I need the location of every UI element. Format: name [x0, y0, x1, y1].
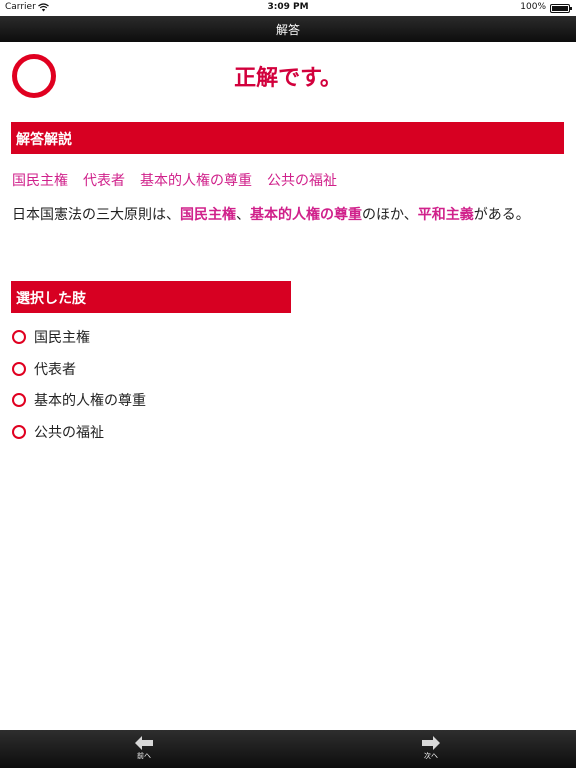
arrow-left-icon	[124, 736, 164, 750]
keyword-item: 代表者	[83, 173, 125, 189]
keyword-item: 国民主権	[12, 173, 68, 189]
explanation-segment: のほか、	[362, 207, 418, 223]
previous-button[interactable]: 前へ	[124, 734, 164, 766]
choice-label: 国民主権	[34, 330, 90, 346]
status-time: 3:09 PM	[267, 2, 309, 12]
next-label: 次へ	[424, 752, 438, 760]
choice-label: 代表者	[34, 361, 76, 378]
battery-percentage: 100%	[520, 2, 546, 12]
battery-icon	[550, 4, 572, 13]
circle-marker-icon	[12, 424, 26, 439]
choice-label: 基本的人権の尊重	[34, 393, 146, 409]
circle-marker-icon	[12, 361, 26, 376]
highlight-term: 基本的人権の尊重	[250, 207, 362, 223]
keyword-item: 公共の福祉	[267, 173, 337, 189]
status-bar: Carrier 3:09 PM 100%	[0, 0, 576, 16]
explanation-segment: 、	[236, 207, 250, 223]
explanation-header: 解答解説	[11, 122, 564, 154]
choice-label: 公共の福祉	[34, 424, 104, 441]
highlight-term: 国民主権	[180, 207, 236, 223]
keyword-item: 基本的人権の尊重	[140, 173, 252, 189]
keyword-list: 国民主権 代表者 基本的人権の尊重 公共の福祉	[12, 170, 352, 190]
arrow-right-icon	[411, 736, 451, 750]
explanation-segment: 日本国憲法の三大原則は、	[12, 207, 180, 223]
selected-choices-header: 選択した肢	[11, 281, 291, 313]
next-button[interactable]: 次へ	[411, 734, 451, 766]
circle-marker-icon	[12, 330, 26, 344]
result-message: 正解です。	[234, 66, 342, 91]
highlight-term: 平和主義	[417, 207, 474, 223]
bottom-toolbar: 前へ 次へ	[0, 730, 576, 768]
page-title: 解答	[275, 23, 300, 37]
circle-marker-icon	[12, 393, 26, 407]
explanation-text: 日本国憲法の三大原則は、国民主権、基本的人権の尊重のほか、平和主義がある。	[12, 200, 564, 230]
navigation-bar: 解答	[0, 16, 576, 42]
previous-label: 前へ	[137, 752, 151, 760]
explanation-segment: がある。	[473, 207, 530, 223]
